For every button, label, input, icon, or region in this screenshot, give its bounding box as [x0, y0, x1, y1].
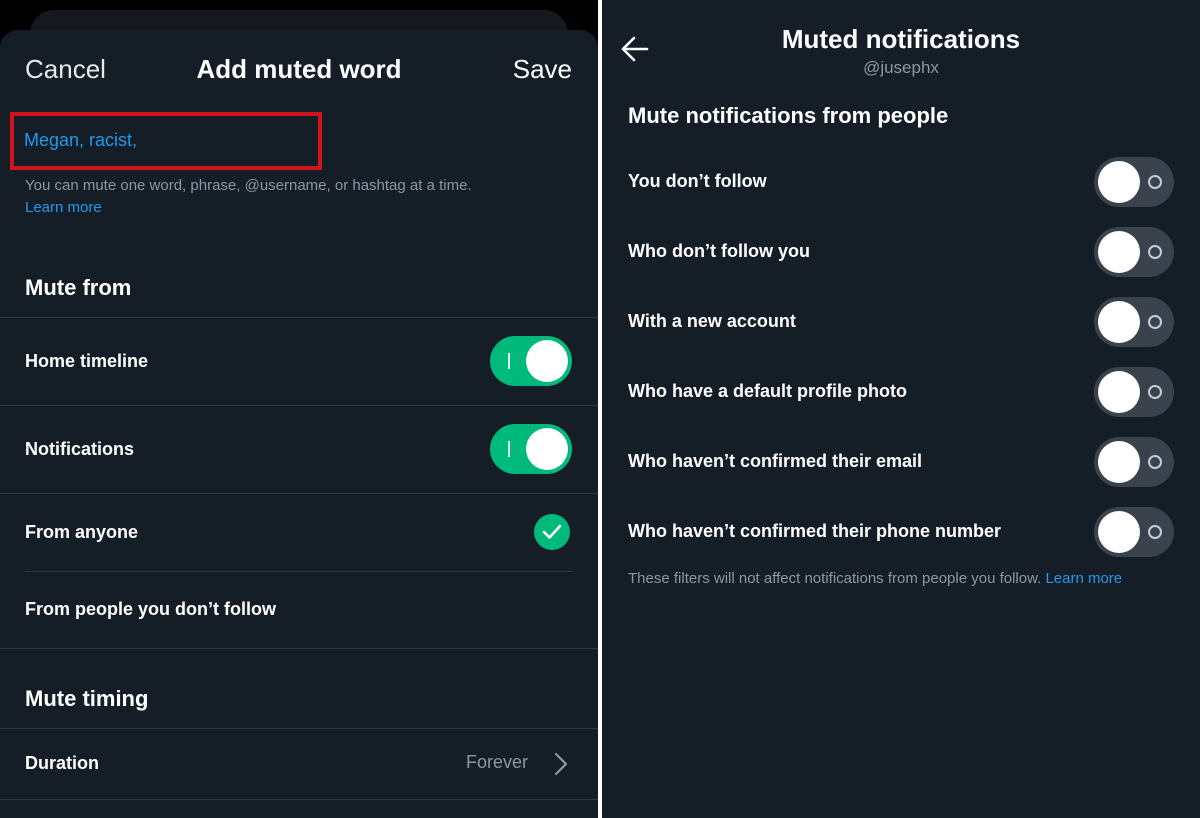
filter-toggle-not-following[interactable]	[1094, 157, 1174, 207]
filter-toggle-unconfirmed-phone[interactable]	[1094, 507, 1174, 557]
from-anyone-check[interactable]	[534, 514, 570, 550]
from-anyone-label[interactable]: From anyone	[25, 522, 138, 543]
toggle-knob	[1098, 511, 1140, 553]
divider	[0, 799, 598, 800]
filter-toggle-not-following-you[interactable]	[1094, 227, 1174, 277]
mute-timing-heading: Mute timing	[25, 686, 149, 711]
divider	[0, 317, 598, 318]
filter-toggle-unconfirmed-email[interactable]	[1094, 437, 1174, 487]
divider	[0, 493, 598, 494]
add-muted-word-screen: Add muted word Cancel Save Megan, racist…	[0, 0, 598, 818]
home-timeline-toggle[interactable]	[490, 336, 572, 386]
filter-label-unconfirmed-phone: Who haven’t confirmed their phone number	[628, 521, 1002, 541]
cancel-button[interactable]: Cancel	[25, 54, 106, 85]
section-heading: Mute notifications from people	[628, 103, 949, 128]
checkmark-icon	[542, 524, 562, 539]
learn-more-link[interactable]: Learn more	[25, 199, 102, 216]
filters-footnote: These filters will not affect notificati…	[628, 570, 1122, 587]
input-helper-text: You can mute one word, phrase, @username…	[25, 177, 472, 194]
filter-label-default-photo: Who have a default profile photo	[628, 381, 907, 401]
muted-word-input[interactable]: Megan, racist,	[24, 130, 137, 151]
toggle-knob	[1098, 371, 1140, 413]
from-non-followers-label[interactable]: From people you don’t follow	[25, 599, 276, 620]
divider	[0, 405, 598, 406]
duration-row[interactable]: Duration	[25, 753, 99, 774]
account-handle: @jusephx	[863, 58, 939, 77]
mute-from-heading: Mute from	[25, 275, 132, 300]
toggle-on-bar-icon	[508, 353, 510, 369]
divider	[0, 728, 598, 729]
filter-label-not-following: You don’t follow	[628, 171, 767, 191]
save-button[interactable]: Save	[513, 54, 572, 85]
divider	[0, 648, 598, 649]
toggle-on-bar-icon	[508, 441, 510, 457]
toggle-off-ring-icon	[1148, 175, 1162, 189]
learn-more-link[interactable]: Learn more	[1045, 570, 1122, 587]
toggle-off-ring-icon	[1148, 385, 1162, 399]
filter-label-not-following-you: Who don’t follow you	[628, 241, 810, 261]
footnote-text: These filters will not affect notificati…	[628, 570, 1042, 587]
home-timeline-label: Home timeline	[25, 351, 149, 371]
notifications-label: Notifications	[25, 439, 135, 459]
modal-header: Add muted word Cancel Save	[0, 54, 598, 88]
toggle-knob	[1098, 441, 1140, 483]
toggle-off-ring-icon	[1148, 245, 1162, 259]
filter-label-new-account: With a new account	[628, 311, 796, 331]
filter-toggle-default-photo[interactable]	[1094, 367, 1174, 417]
duration-value[interactable]: Forever	[466, 752, 528, 773]
toggle-knob	[1098, 301, 1140, 343]
toggle-off-ring-icon	[1148, 315, 1162, 329]
toggle-knob	[526, 428, 568, 470]
toggle-knob	[1098, 161, 1140, 203]
toggle-knob	[526, 340, 568, 382]
notifications-toggle[interactable]	[490, 424, 572, 474]
toggle-knob	[1098, 231, 1140, 273]
filter-toggle-new-account[interactable]	[1094, 297, 1174, 347]
page-title: Muted notifications	[781, 24, 1021, 54]
toggle-off-ring-icon	[1148, 455, 1162, 469]
muted-notifications-screen: Muted notifications @jusephx Mute notifi…	[602, 0, 1200, 818]
filter-label-unconfirmed-email: Who haven’t confirmed their email	[628, 451, 923, 471]
toggle-off-ring-icon	[1148, 525, 1162, 539]
chevron-right-icon[interactable]	[554, 752, 568, 776]
divider	[25, 571, 572, 572]
